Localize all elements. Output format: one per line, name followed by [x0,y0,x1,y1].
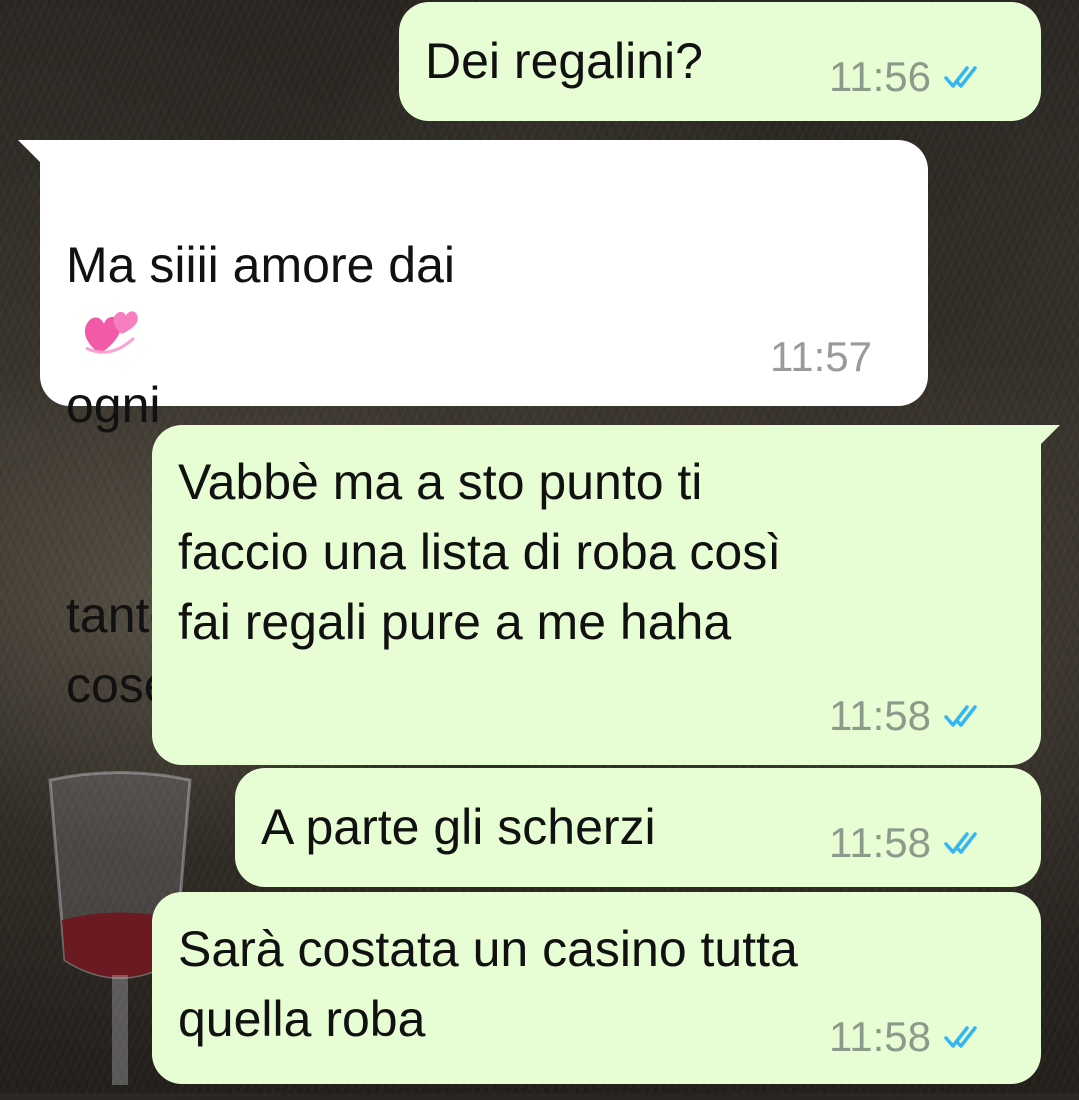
revolving-hearts-emoji [84,311,138,354]
message-text-part: Ma siiii amore dai [66,237,456,293]
read-double-check-icon [944,832,977,854]
message-meta: 11:58 [829,691,987,741]
message-time: 11:58 [829,692,931,739]
read-double-check-icon [944,1026,977,1048]
message-text: Sarà costata un casino tutta quella roba [178,921,798,1047]
message-meta: 11:56 [829,52,987,102]
message-time: 11:58 [829,1013,931,1060]
message-text: Dei regalini? [425,33,703,89]
message-meta: 11:58 [829,1012,987,1062]
read-double-check-icon [944,66,977,88]
message-meta: 11:58 [829,818,987,868]
message-bubble-outgoing[interactable]: Sarà costata un casino tutta quella roba… [152,892,1041,1084]
message-text: A parte gli scherzi [261,799,656,855]
message-time: 11:58 [829,819,931,866]
message-time: 11:56 [829,53,931,100]
message-time: 11:57 [770,333,872,380]
message-text: Vabbè ma a sto punto ti faccio una lista… [178,454,782,650]
message-bubble-outgoing[interactable]: Vabbè ma a sto punto ti faccio una lista… [152,425,1041,765]
message-bubble-outgoing[interactable]: Dei regalini? 11:56 [399,2,1041,121]
message-bubble-incoming[interactable]: Ma siiii amore dai ogni tanto mi piace r… [40,140,928,713]
read-double-check-icon [944,705,977,727]
message-meta: 11:57 [770,332,872,382]
message-text-part: ogni [66,377,161,433]
message-bubble-outgoing[interactable]: A parte gli scherzi 11:58 [235,768,1041,887]
